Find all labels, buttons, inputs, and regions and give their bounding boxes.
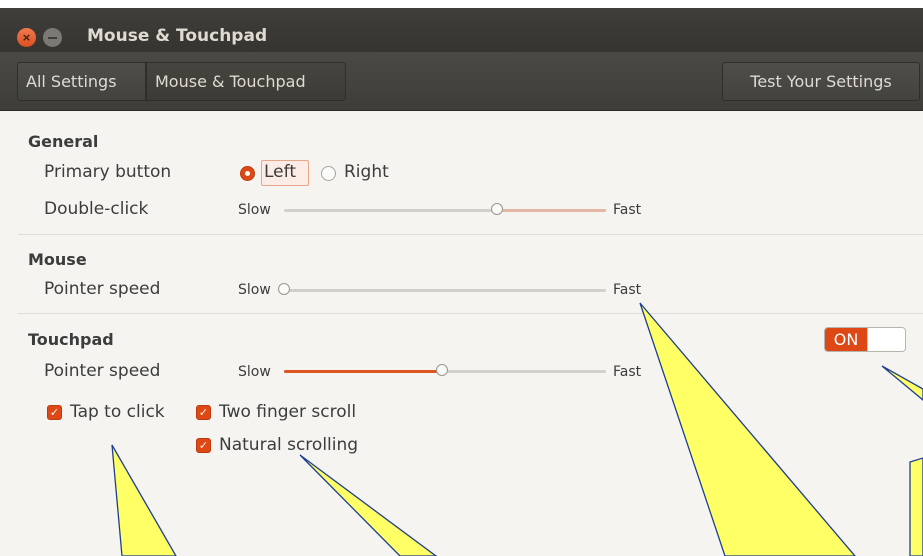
close-icon: × xyxy=(21,31,32,44)
touchpad-switch-on-label: ON xyxy=(825,328,867,351)
mouse-pointer-speed-knob[interactable] xyxy=(278,283,290,295)
top-strip xyxy=(0,0,923,8)
window-title: Mouse & Touchpad xyxy=(87,26,268,46)
mouse-slow-label: Slow xyxy=(238,282,271,298)
section-title-touchpad: Touchpad xyxy=(28,330,114,349)
primary-button-label: Primary button xyxy=(44,162,172,182)
section-title-mouse: Mouse xyxy=(28,250,87,269)
touchpad-fast-label: Fast xyxy=(613,364,642,380)
radio-right[interactable] xyxy=(321,166,336,181)
callout-touchpad-switch xyxy=(881,365,923,401)
title-bar: × Mouse & Touchpad xyxy=(0,8,923,52)
touchpad-switch[interactable]: ON xyxy=(824,327,906,352)
natural-scrolling-checkbox[interactable]: ✓ xyxy=(196,438,211,453)
radio-left-label[interactable]: Left xyxy=(264,162,296,182)
separator xyxy=(18,313,923,314)
radio-right-label[interactable]: Right xyxy=(344,162,389,182)
touchpad-slow-label: Slow xyxy=(238,364,271,380)
two-finger-scroll-label[interactable]: Two finger scroll xyxy=(219,402,356,422)
double-click-label: Double-click xyxy=(44,199,149,219)
toolbar: All Settings Mouse & Touchpad Test Your … xyxy=(0,52,923,111)
all-settings-button[interactable]: All Settings xyxy=(17,62,146,101)
callout-tap-to-click xyxy=(111,444,177,556)
double-click-fast-label: Fast xyxy=(613,202,642,218)
double-click-slow-label: Slow xyxy=(238,202,271,218)
section-title-general: General xyxy=(28,132,99,151)
touchpad-pointer-speed-fill xyxy=(284,370,442,373)
separator xyxy=(18,234,923,235)
callout-right-edge xyxy=(909,457,923,556)
mouse-pointer-speed-label: Pointer speed xyxy=(44,279,161,299)
callout-mouse-fast xyxy=(639,302,856,556)
natural-scrolling-label[interactable]: Natural scrolling xyxy=(219,435,358,455)
radio-left[interactable] xyxy=(240,166,255,181)
touchpad-pointer-speed-knob[interactable] xyxy=(436,364,448,376)
double-click-slider-knob[interactable] xyxy=(491,203,503,215)
minimize-window-button[interactable] xyxy=(43,28,62,47)
double-click-slider-fill xyxy=(497,209,606,212)
checkmark-icon: ✓ xyxy=(198,406,209,419)
touchpad-switch-knob xyxy=(867,328,905,351)
close-window-button[interactable]: × xyxy=(17,28,36,47)
mouse-pointer-speed-slider[interactable] xyxy=(284,289,606,292)
checkmark-icon: ✓ xyxy=(49,406,60,419)
mouse-fast-label: Fast xyxy=(613,282,642,298)
touchpad-pointer-speed-label: Pointer speed xyxy=(44,361,161,381)
callout-natural-scrolling xyxy=(299,454,438,556)
tap-to-click-checkbox[interactable]: ✓ xyxy=(47,405,62,420)
test-your-settings-button[interactable]: Test Your Settings xyxy=(722,62,920,101)
two-finger-scroll-checkbox[interactable]: ✓ xyxy=(196,405,211,420)
breadcrumb-mouse-touchpad[interactable]: Mouse & Touchpad xyxy=(146,62,346,101)
tap-to-click-label[interactable]: Tap to click xyxy=(70,402,165,422)
checkmark-icon: ✓ xyxy=(198,439,209,452)
